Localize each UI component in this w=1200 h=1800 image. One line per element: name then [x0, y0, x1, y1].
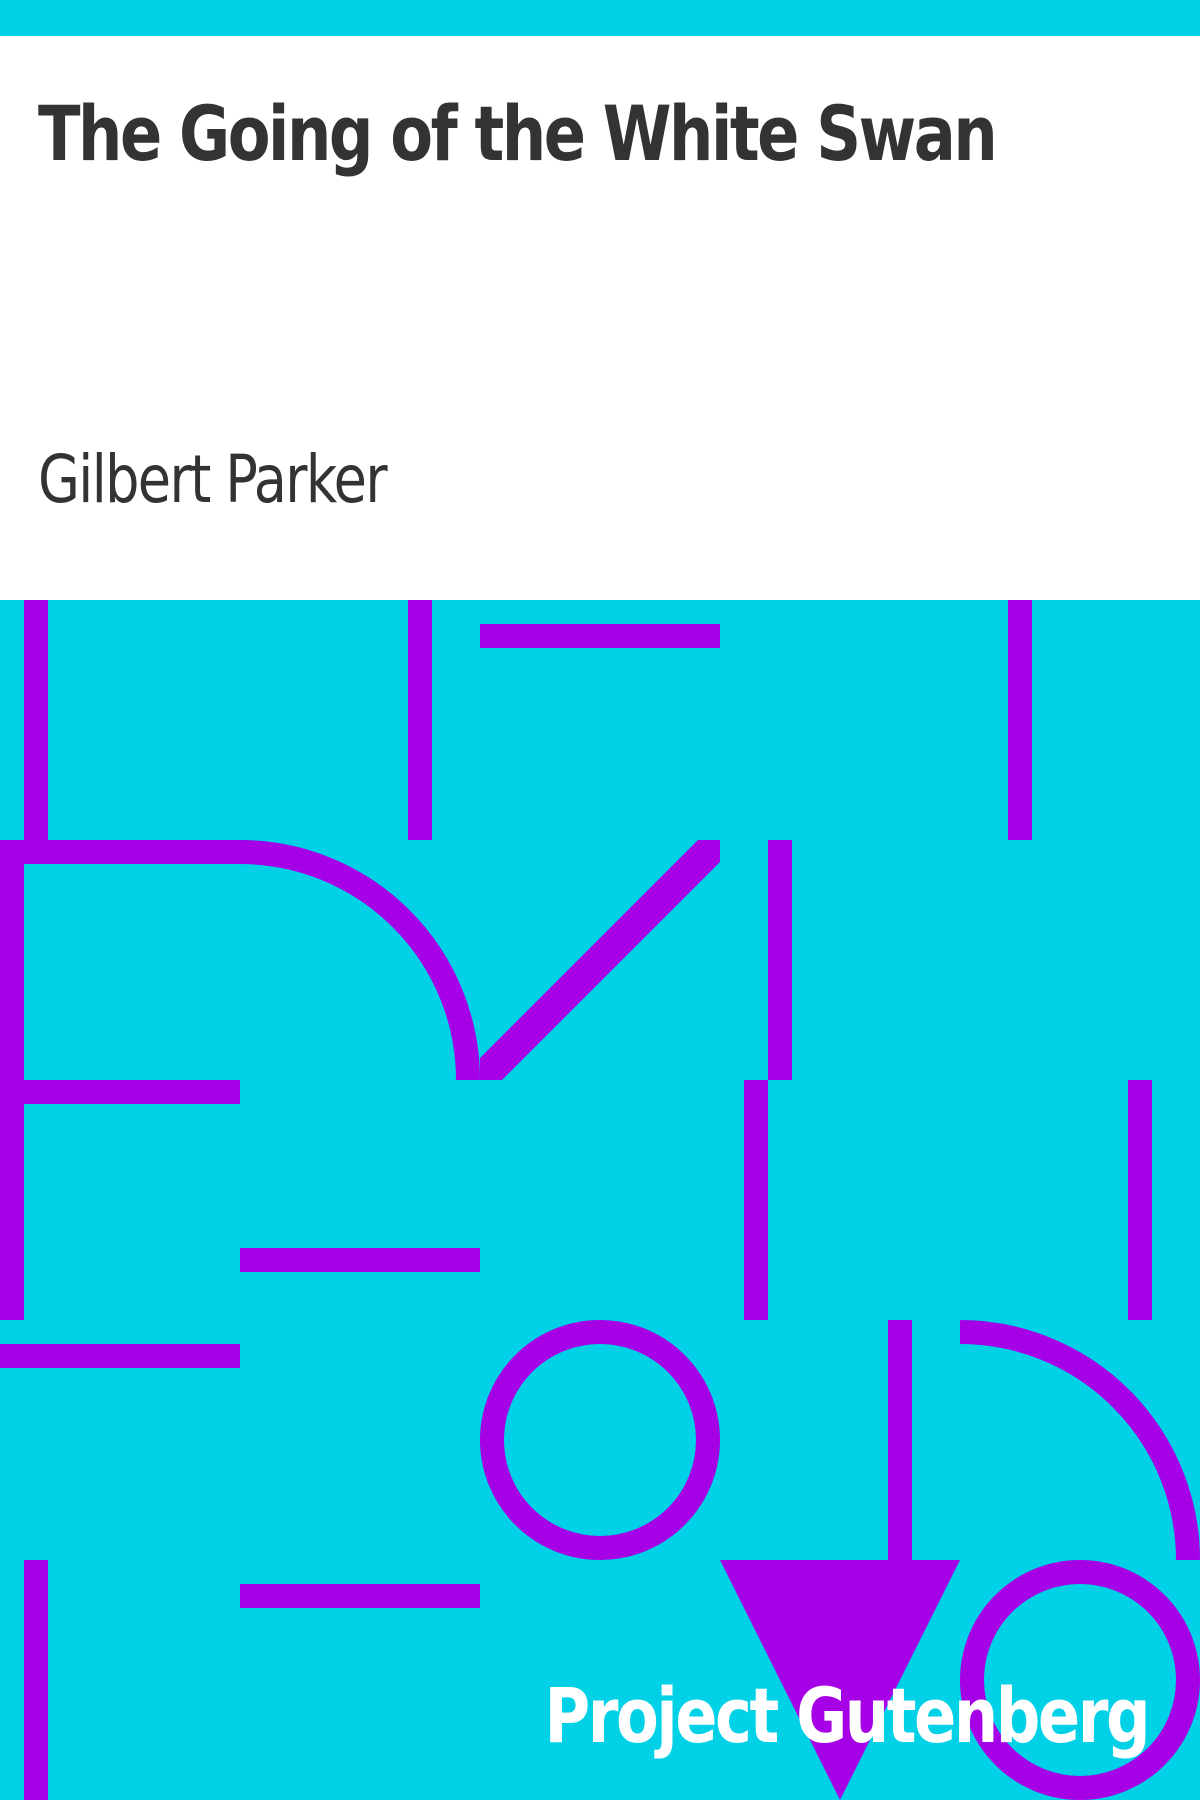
title-panel: The Going of the White Swan Gilbert Park… [0, 36, 1200, 600]
cover-pattern: Project Gutenberg [0, 600, 1200, 1800]
book-author: Gilbert Parker [38, 441, 388, 518]
book-title: The Going of the White Swan [38, 89, 998, 178]
publisher-label: Project Gutenberg [544, 1671, 1150, 1760]
top-color-stripe [0, 0, 1200, 36]
cover-pattern-graphic [0, 600, 1200, 1800]
